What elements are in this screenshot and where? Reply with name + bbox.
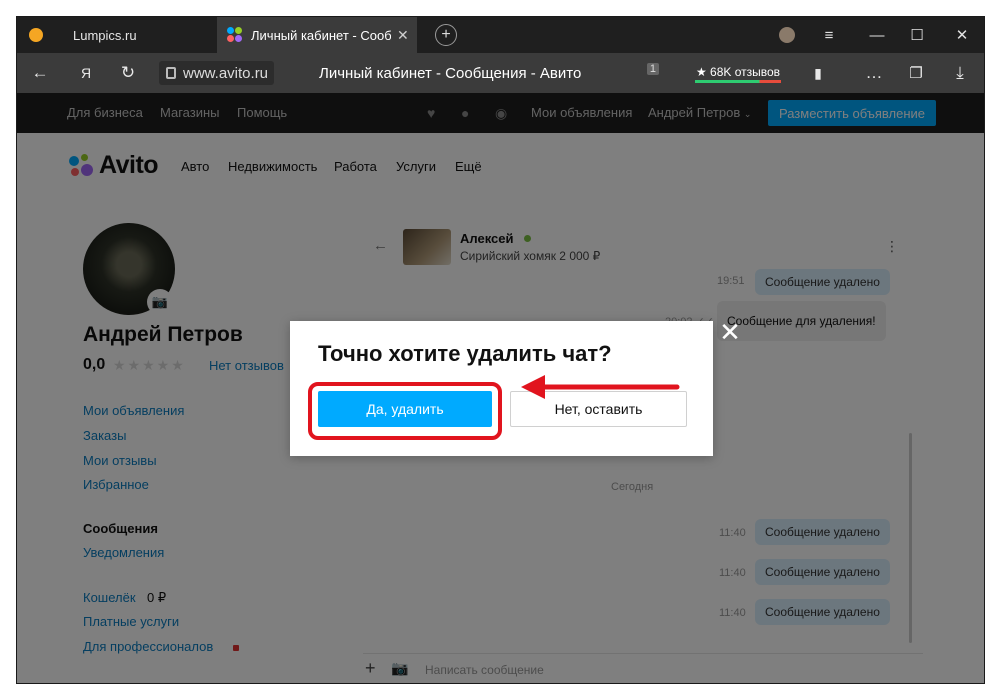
close-dialog-icon[interactable]: ✕ [717,319,743,345]
yandex-icon[interactable]: Я [71,53,101,93]
annotation-highlight [308,382,502,440]
browser-window: Lumpics.ru Личный кабинет - Сооб ✕ + ≡ —… [16,16,985,684]
browser-menu-icon[interactable]: ≡ [809,17,849,53]
back-icon[interactable]: ← [25,53,55,93]
url-field[interactable]: www.avito.ru [159,61,275,85]
collections-icon[interactable]: ❐ [901,53,931,93]
avito-favicon-icon [227,27,243,43]
reload-icon[interactable]: ↻ [113,53,143,93]
more-icon[interactable]: … [859,53,889,93]
url-text: www.avito.ru [183,64,269,82]
tab-close-icon[interactable]: ✕ [397,27,409,44]
dialog-title: Точно хотите удалить чат? [318,341,612,366]
lock-icon [166,67,176,79]
extension-badge-icon[interactable]: 1 [639,63,659,83]
profile-avatar-icon[interactable] [767,17,807,53]
bookmark-icon[interactable]: ▮ [803,53,833,93]
annotation-arrow-icon [521,375,680,399]
tab-title: Lumpics.ru [73,27,137,43]
tab-lumpics[interactable]: Lumpics.ru [17,17,217,53]
page-title: Личный кабинет - Сообщения - Авито [319,64,582,82]
close-window-button[interactable]: ✕ [942,17,982,53]
new-tab-button[interactable]: + [435,24,457,46]
maximize-button[interactable]: ☐ [897,17,937,53]
address-bar: ← Я ↻ www.avito.ru Личный кабинет - Сооб… [17,53,984,93]
tab-avito[interactable]: Личный кабинет - Сооб ✕ [217,17,417,53]
reviews-badge[interactable]: ★ 68K отзывов [691,59,785,85]
page-content: Для бизнеса Магазины Помощь ♥ ● ◉ Мои об… [17,93,984,683]
download-icon[interactable]: ⤓ [945,53,975,93]
lumpics-favicon-icon [29,28,43,42]
extension-count: 1 [646,63,659,75]
minimize-button[interactable]: — [857,17,897,53]
tab-bar: Lumpics.ru Личный кабинет - Сооб ✕ + ≡ —… [17,17,984,53]
tab-title: Личный кабинет - Сооб [251,27,391,43]
